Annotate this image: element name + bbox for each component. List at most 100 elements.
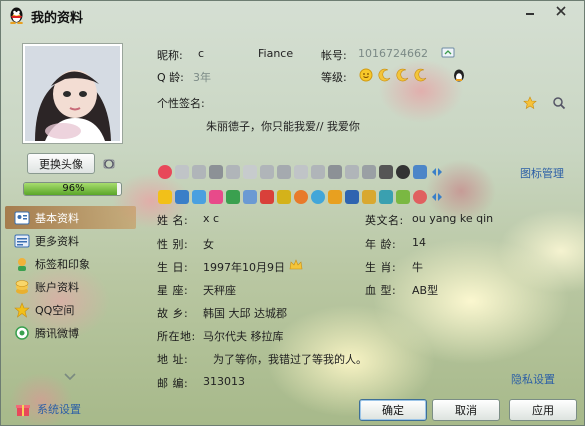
camera-icon[interactable] [102, 156, 116, 170]
service-icon[interactable] [175, 165, 189, 179]
sidebar-item-label: 腾讯微博 [35, 326, 79, 340]
cancel-button[interactable]: 取消 [432, 399, 500, 421]
penguin-icon[interactable] [452, 68, 466, 82]
service-icon[interactable] [209, 165, 223, 179]
sidebar-item-qzone[interactable]: QQ空间 [5, 298, 136, 321]
service-icon[interactable] [277, 190, 291, 204]
sidebar-item-basic-info[interactable]: 基本资料 [5, 206, 136, 229]
service-icon[interactable] [277, 165, 291, 179]
service-icon[interactable] [294, 165, 308, 179]
basic-info-icon [14, 211, 30, 224]
profile-window: 我的资料 更换头像 96% 基本资料 更多资料 标签和印象 账户资料 QQ空间 … [0, 0, 585, 426]
mail-icon[interactable] [243, 190, 257, 204]
vip-icon[interactable] [413, 165, 427, 179]
sidebar-item-label: 账户资料 [35, 280, 79, 294]
penguin-icon[interactable] [396, 165, 410, 179]
blood-type-label: 血 型: [365, 284, 397, 297]
gender-label: 性 别: [157, 238, 189, 251]
avatar-image [25, 46, 120, 141]
minimize-icon [526, 13, 534, 15]
signature-text[interactable]: 朱丽德子，你只能我爱// 我爱你 [206, 118, 436, 134]
close-button[interactable] [544, 1, 578, 21]
sidebar-item-tags[interactable]: 标签和印象 [5, 252, 136, 275]
hometown-label: 故 乡: [157, 307, 189, 320]
game-icon[interactable] [260, 190, 274, 204]
profile-completion-bar: 96% [23, 182, 122, 196]
zodiac-label: 生 肖: [365, 261, 397, 274]
service-icon[interactable] [328, 165, 342, 179]
ok-button[interactable]: 确定 [359, 399, 427, 421]
account-label: 帐号: [321, 49, 347, 62]
qmail-icon[interactable] [192, 190, 206, 204]
service-icons-row-1 [158, 163, 444, 181]
service-icon[interactable] [328, 190, 342, 204]
service-icons-row-2 [158, 188, 444, 206]
hometown-value: 韩国 大邱 达城郡 [203, 307, 287, 320]
birthday-label: 生 日: [157, 261, 189, 274]
arrow-toggle-icon[interactable] [430, 165, 444, 179]
address-value: 为了等你，我错过了等我的人。 [213, 353, 367, 366]
age-label: 年 龄: [365, 238, 397, 251]
service-icon[interactable] [260, 165, 274, 179]
service-icon[interactable] [226, 165, 240, 179]
zip-label: 邮 编: [157, 377, 189, 390]
title-bar[interactable]: 我的资料 [1, 1, 584, 29]
privacy-settings-link[interactable]: 隐私设置 [511, 371, 555, 387]
diamond-icon[interactable] [379, 165, 393, 179]
qzone-icon[interactable] [158, 190, 172, 204]
age-value: 14 [412, 236, 426, 249]
sidebar-item-account[interactable]: 账户资料 [5, 275, 136, 298]
sidebar-item-label: QQ空间 [35, 303, 75, 317]
browser-icon[interactable] [311, 190, 325, 204]
qrcode-icon[interactable] [441, 46, 455, 60]
service-icon[interactable] [362, 190, 376, 204]
system-settings-link[interactable]: 系统设置 [15, 401, 81, 417]
q-age-label: Q 龄: [157, 71, 184, 84]
system-settings-label: 系统设置 [37, 403, 81, 416]
more-info-icon [14, 234, 30, 247]
phone-icon[interactable] [345, 190, 359, 204]
service-icon[interactable] [311, 165, 325, 179]
level-label: 等级: [321, 71, 347, 84]
moon-level-icon [396, 68, 409, 82]
signature-label: 个性签名: [157, 97, 205, 110]
service-icon[interactable] [396, 190, 410, 204]
change-avatar-button[interactable]: 更换头像 [27, 153, 95, 174]
star-badge-icon[interactable] [523, 96, 537, 110]
icon-manager-link[interactable]: 图标管理 [520, 165, 564, 181]
service-icon[interactable] [192, 165, 206, 179]
search-person-icon[interactable] [552, 96, 566, 110]
sidebar-nav: 基本资料 更多资料 标签和印象 账户资料 QQ空间 腾讯微博 [5, 206, 136, 344]
qq-show-icon[interactable] [175, 190, 189, 204]
nickname-value: c [198, 47, 205, 60]
weibo-icon [15, 325, 29, 340]
close-icon [556, 6, 566, 16]
arrow-toggle-icon[interactable] [430, 190, 444, 204]
moon-level-icon [414, 68, 427, 82]
sidebar-item-more-info[interactable]: 更多资料 [5, 229, 136, 252]
profile-completion-text: 96% [62, 183, 85, 194]
service-icon[interactable] [243, 165, 257, 179]
service-icon[interactable] [379, 190, 393, 204]
sidebar-item-weibo[interactable]: 腾讯微博 [5, 321, 136, 344]
q-age-value: 3年 [193, 71, 211, 84]
constellation-label: 星 座: [157, 284, 189, 297]
app-icon[interactable] [209, 190, 223, 204]
nickname-label: 昵称: [157, 49, 183, 62]
sidebar-item-label: 基本资料 [35, 211, 79, 225]
service-icon[interactable] [345, 165, 359, 179]
clover-icon[interactable] [226, 190, 240, 204]
music-icon[interactable] [294, 190, 308, 204]
apply-button[interactable]: 应用 [509, 399, 577, 421]
constellation-value: 天秤座 [203, 284, 236, 297]
english-name-label: 英文名: [365, 214, 404, 227]
address-label: 地 址: [157, 353, 189, 366]
avatar[interactable] [23, 44, 122, 143]
pet-icon[interactable] [413, 190, 427, 204]
minimize-button[interactable] [516, 1, 544, 21]
zodiac-value: 牛 [412, 261, 423, 274]
heart-icon[interactable] [158, 165, 172, 179]
nav-scroll-down-icon[interactable] [63, 372, 77, 382]
window-title: 我的资料 [31, 11, 84, 26]
service-icon[interactable] [362, 165, 376, 179]
